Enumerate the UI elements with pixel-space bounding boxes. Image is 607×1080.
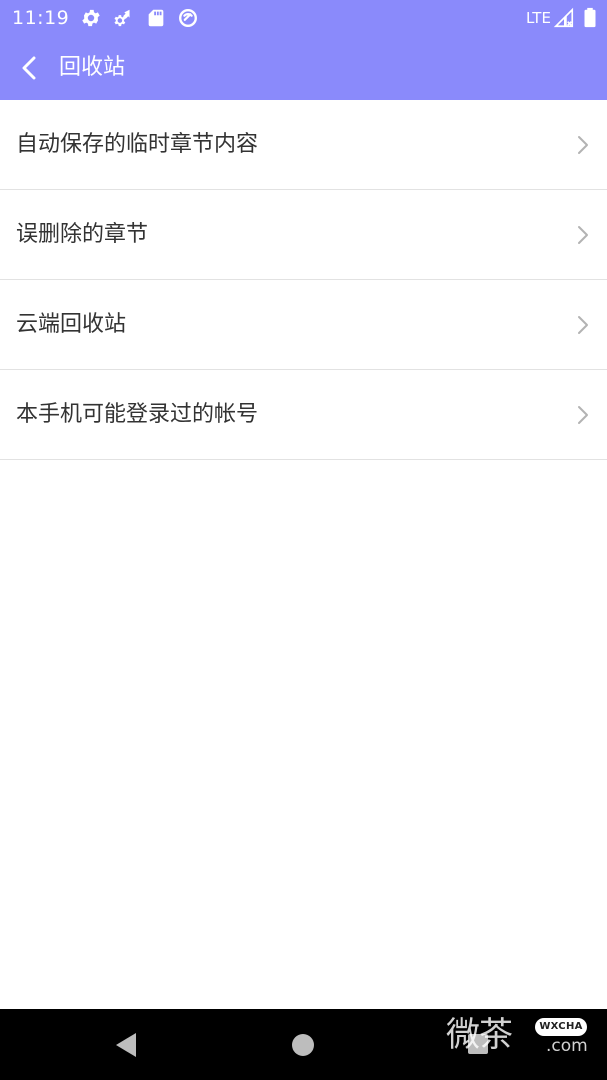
cellular-signal-icon — [553, 7, 575, 29]
menu-item-label: 本手机可能登录过的帐号 — [16, 402, 259, 427]
menu-item-deleted-chapters[interactable]: 误删除的章节 — [0, 190, 607, 280]
menu-item-logged-in-accounts[interactable]: 本手机可能登录过的帐号 — [0, 370, 607, 460]
do-not-disturb-icon — [177, 7, 199, 29]
menu-item-label: 误删除的章节 — [16, 222, 149, 247]
back-button[interactable] — [8, 44, 52, 92]
app-bar: 回收站 — [0, 36, 607, 100]
back-triangle-icon — [116, 1033, 136, 1057]
network-type-label: LTE — [526, 9, 551, 27]
settings-gear-icon — [80, 7, 102, 29]
chevron-right-icon — [578, 136, 588, 154]
recents-square-icon — [468, 1034, 488, 1054]
chevron-right-icon — [578, 316, 588, 334]
data-sync-icon — [112, 7, 134, 29]
recycle-bin-menu: 自动保存的临时章节内容 误删除的章节 云端回收站 本手机可能登录过的帐号 — [0, 100, 607, 460]
menu-item-label: 自动保存的临时章节内容 — [16, 132, 259, 157]
menu-item-cloud-recycle-bin[interactable]: 云端回收站 — [0, 280, 607, 370]
nav-recents-button[interactable] — [461, 1027, 495, 1061]
status-time: 11:19 — [12, 7, 70, 29]
status-bar: 11:19 LTE — [0, 0, 607, 36]
system-navigation-bar — [0, 1009, 607, 1080]
nav-home-button[interactable] — [288, 1030, 318, 1060]
chevron-right-icon — [578, 406, 588, 424]
home-circle-icon — [292, 1034, 314, 1056]
chevron-left-icon — [22, 56, 36, 80]
sd-card-icon — [145, 7, 167, 29]
menu-item-label: 云端回收站 — [16, 312, 127, 337]
page-title: 回收站 — [59, 55, 126, 80]
battery-icon — [579, 7, 601, 29]
menu-item-autosaved-chapters[interactable]: 自动保存的临时章节内容 — [0, 100, 607, 190]
nav-back-button[interactable] — [108, 1029, 144, 1061]
chevron-right-icon — [578, 226, 588, 244]
